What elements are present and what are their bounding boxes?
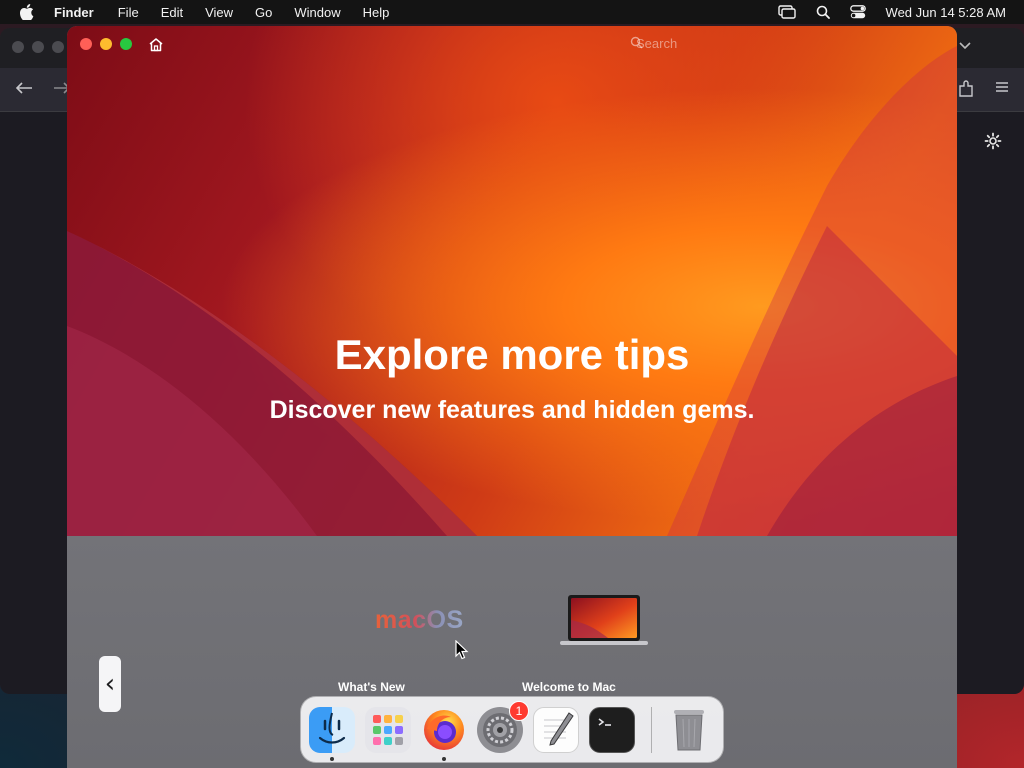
control-center-icon[interactable]	[849, 5, 866, 19]
menu-app-finder[interactable]: Finder	[54, 5, 94, 20]
zoom-button[interactable]	[120, 38, 132, 50]
dock-separator	[651, 706, 652, 753]
firefox-running-indicator	[442, 756, 446, 761]
mouse-pointer-icon	[455, 639, 469, 665]
browser-minimize-dot[interactable]	[32, 41, 44, 53]
hamburger-menu-icon[interactable]	[994, 80, 1010, 99]
tips-window: Search Explore more tips Discover new fe…	[67, 26, 957, 768]
card-label-welcome-to-mac[interactable]: Welcome to Mac	[522, 680, 616, 694]
finder-icon[interactable]	[309, 706, 355, 761]
gear-icon[interactable]	[984, 132, 1002, 155]
macbook-thumbnail-icon[interactable]	[560, 594, 648, 651]
menu-bar-clock[interactable]: Wed Jun 14 5:28 AM	[886, 5, 1006, 20]
firefox-icon[interactable]	[421, 707, 467, 761]
textedit-icon[interactable]	[533, 706, 579, 753]
hero-subtitle: Discover new features and hidden gems.	[269, 396, 755, 424]
spotlight-search-icon[interactable]	[816, 5, 830, 19]
minimize-button[interactable]	[100, 38, 112, 50]
finder-running-indicator	[330, 756, 334, 761]
menu-help[interactable]: Help	[363, 5, 390, 20]
trash-icon[interactable]	[666, 707, 712, 753]
menu-edit[interactable]: Edit	[161, 5, 183, 20]
menu-go[interactable]: Go	[255, 5, 272, 20]
back-arrow-icon[interactable]	[14, 80, 34, 101]
tips-hero-banner: Search Explore more tips Discover new fe…	[67, 26, 957, 536]
macos-logo[interactable]: macOS	[375, 606, 464, 635]
screen-mirroring-icon[interactable]	[777, 5, 796, 19]
extensions-icon[interactable]	[958, 80, 974, 103]
window-controls	[80, 38, 132, 50]
menu-bar: Finder File Edit View Go Window Help Wed…	[0, 0, 1024, 24]
browser-close-dot[interactable]	[12, 41, 24, 53]
system-settings-icon[interactable]: 1	[477, 700, 529, 753]
tab-list-chevron-icon[interactable]	[958, 38, 972, 56]
previous-page-button[interactable]: ‹	[99, 656, 121, 712]
card-label-whats-new[interactable]: What's New	[338, 680, 405, 694]
dock: 1	[300, 696, 724, 763]
menu-file[interactable]: File	[118, 5, 139, 20]
menu-view[interactable]: View	[205, 5, 233, 20]
browser-window-controls	[12, 41, 64, 53]
close-button[interactable]	[80, 38, 92, 50]
notification-badge: 1	[509, 700, 529, 721]
menu-window[interactable]: Window	[294, 5, 340, 20]
hero-title: Explore more tips	[334, 331, 690, 378]
terminal-icon[interactable]	[589, 706, 635, 753]
apple-menu-icon[interactable]	[20, 4, 36, 20]
hero-wallpaper-shapes	[67, 46, 957, 536]
browser-zoom-dot[interactable]	[52, 41, 64, 53]
tips-search-field[interactable]: Search	[630, 36, 677, 51]
launchpad-icon[interactable]	[365, 706, 411, 753]
